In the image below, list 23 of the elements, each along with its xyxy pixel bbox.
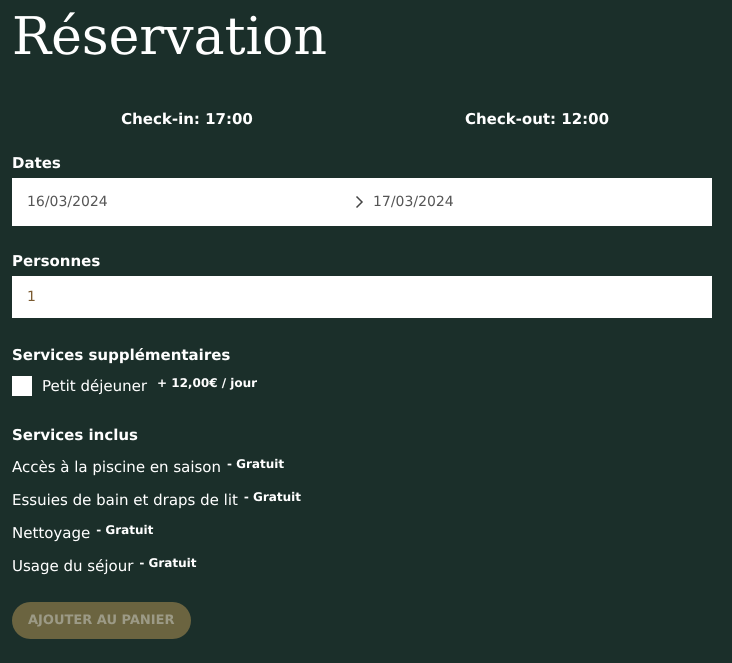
service-name: Usage du séjour bbox=[12, 556, 134, 574]
service-name: Accès à la piscine en saison bbox=[12, 458, 221, 476]
section-heading: Services supplémentaires bbox=[12, 346, 230, 364]
service-price: - Gratuit bbox=[139, 556, 197, 570]
field-label: Dates bbox=[12, 154, 61, 172]
page-title: Réservation bbox=[12, 6, 327, 69]
persons-input[interactable]: 1 bbox=[12, 276, 712, 318]
start-date: 16/03/2024 bbox=[27, 194, 109, 210]
service-name: Nettoyage bbox=[12, 524, 90, 542]
end-date: 17/03/2024 bbox=[373, 194, 454, 210]
check-time: Check-in: 17:00 bbox=[120, 110, 254, 128]
checkbox[interactable] bbox=[12, 376, 32, 396]
service-name: Essuies de bain et draps de lit bbox=[12, 490, 238, 508]
section-heading: Services inclus bbox=[12, 426, 138, 444]
chevron-right-icon bbox=[355, 195, 364, 209]
service-name: Petit déjeuner bbox=[42, 377, 147, 395]
check-time: Check-out: 12:00 bbox=[464, 110, 610, 128]
service-price: + 12,00€ / jour bbox=[157, 376, 258, 390]
field-label: Personnes bbox=[12, 252, 100, 270]
date-range-field[interactable]: 16/03/2024 17/03/2024 bbox=[12, 178, 712, 226]
service-price: - Gratuit bbox=[244, 490, 302, 504]
service-price: - Gratuit bbox=[96, 522, 154, 536]
service-price: - Gratuit bbox=[227, 456, 284, 470]
